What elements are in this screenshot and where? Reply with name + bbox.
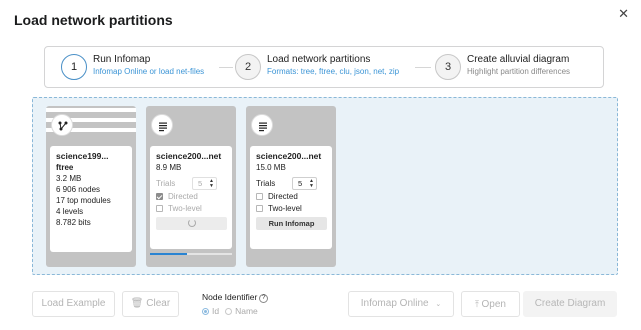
- two-level-checkbox[interactable]: Two-level: [256, 202, 327, 214]
- infomap-online-label: Infomap Online: [360, 298, 429, 309]
- trials-input[interactable]: 5 ▲ ▼: [192, 176, 217, 190]
- help-icon[interactable]: ?: [259, 294, 269, 303]
- checkbox-icon: [256, 204, 263, 212]
- checkbox-icon: [156, 204, 163, 212]
- create-diagram-button[interactable]: Create Diagram: [523, 291, 617, 317]
- trials-row: Trials 5 ▲ ▼: [256, 176, 327, 190]
- step-divider: [415, 67, 431, 68]
- chevron-down-icon: ⌄: [435, 301, 442, 308]
- two-level-label: Two-level: [168, 203, 202, 213]
- file-card[interactable]: science199... ftree 3.2 MB 6 906 nodes 1…: [46, 106, 136, 267]
- trials-input[interactable]: 5 ▲ ▼: [292, 176, 317, 190]
- trials-label: Trials: [256, 178, 276, 188]
- file-dropzone[interactable]: science199... ftree 3.2 MB 6 906 nodes 1…: [32, 97, 618, 275]
- trials-label: Trials: [156, 178, 176, 188]
- step-subtitle: Formats: tree, ftree, clu, json, net, zi…: [267, 67, 400, 76]
- infomap-online-dropdown[interactable]: Infomap Online ⌄: [348, 291, 454, 317]
- step-load-partitions: 2 Load network partitions Formats: tree,…: [235, 52, 420, 82]
- radio-name-label: Name: [235, 306, 258, 316]
- trials-row: Trials 5 ▲ ▼: [156, 176, 227, 190]
- card-details: science200...net 8.9 MB Trials 5 ▲ ▼ Direc…: [150, 146, 232, 249]
- steps-bar: 1 Run Infomap Infomap Online or load net…: [44, 46, 604, 88]
- stepper-icon[interactable]: ▲ ▼: [309, 178, 314, 189]
- file-format: ftree: [56, 163, 74, 172]
- step-title: Run Infomap: [93, 54, 151, 65]
- trash-icon: 🗑: [130, 298, 147, 309]
- step-subtitle: Highlight partition differences: [467, 67, 571, 76]
- stat-top-modules: 17 top modules: [56, 196, 111, 205]
- step-number: 1: [61, 54, 87, 80]
- file-card[interactable]: science200...net 8.9 MB Trials 5 ▲ ▼ Direc…: [146, 106, 236, 267]
- file-size: 15.0 MB: [256, 163, 286, 172]
- step-create-diagram: 3 Create alluvial diagram Highlight part…: [435, 52, 600, 82]
- two-level-checkbox[interactable]: Two-level: [156, 202, 227, 214]
- dialog-title: Load network partitions: [14, 12, 173, 28]
- document-lines-icon: [251, 114, 273, 136]
- spinner-icon: [187, 219, 196, 227]
- checkbox-icon: [256, 192, 263, 200]
- radio-id[interactable]: [202, 307, 209, 315]
- card-details: science200...net 15.0 MB Trials 5 ▲ ▼ Dire…: [250, 146, 332, 249]
- run-infomap-button-loading: [156, 217, 227, 230]
- card-details: science199... ftree 3.2 MB 6 906 nodes 1…: [50, 146, 132, 252]
- open-label: Open: [481, 299, 506, 310]
- file-name: science200...net: [156, 151, 222, 161]
- step-subtitle: Infomap Online or load net-files: [93, 67, 205, 76]
- clear-button[interactable]: 🗑 Clear: [122, 291, 179, 317]
- stat-levels: 4 levels: [56, 207, 84, 216]
- step-number: 2: [235, 54, 261, 80]
- clear-label: Clear: [146, 298, 171, 309]
- file-size: 3.2 MB: [56, 174, 82, 183]
- radio-id-label: Id: [212, 306, 220, 316]
- node-identifier-radio-group: Id Name: [202, 306, 258, 316]
- dialog-footer: Load Example 🗑 Clear Node Identifier? Id…: [0, 291, 641, 321]
- open-button[interactable]: ⤒ Open: [461, 291, 520, 317]
- file-name: science200...net: [256, 151, 322, 161]
- radio-name[interactable]: [225, 307, 233, 315]
- step-title: Load network partitions: [267, 54, 371, 65]
- checkbox-checked-icon: [156, 192, 163, 200]
- file-card[interactable]: science200...net 15.0 MB Trials 5 ▲ ▼ Dire…: [246, 106, 336, 267]
- step-run-infomap: 1 Run Infomap Infomap Online or load net…: [61, 52, 221, 82]
- file-size: 8.9 MB: [156, 163, 182, 172]
- progress-fill: [150, 253, 187, 255]
- step-divider: [219, 67, 233, 68]
- load-example-button[interactable]: Load Example: [32, 291, 115, 317]
- node-identifier-label: Node Identifier?: [202, 292, 269, 303]
- file-name: science199...: [56, 151, 109, 161]
- two-level-label: Two-level: [268, 203, 302, 213]
- card-stripe: [46, 108, 136, 112]
- stat-codelength: 8.782 bits: [56, 218, 91, 227]
- directed-label: Directed: [268, 191, 298, 201]
- directed-label: Directed: [168, 191, 198, 201]
- step-number: 3: [435, 54, 461, 80]
- load-partitions-dialog: Load network partitions ✕ 1 Run Infomap …: [0, 0, 641, 330]
- close-icon[interactable]: ✕: [618, 7, 629, 21]
- progress-bar: [150, 253, 232, 255]
- directed-checkbox[interactable]: Directed: [156, 190, 227, 202]
- step-title: Create alluvial diagram: [467, 54, 570, 65]
- stepper-icon[interactable]: ▲ ▼: [209, 178, 214, 189]
- directed-checkbox[interactable]: Directed: [256, 190, 327, 202]
- stat-nodes: 6 906 nodes: [56, 185, 101, 194]
- document-lines-icon: [151, 114, 173, 136]
- run-infomap-button[interactable]: Run Infomap: [256, 217, 327, 230]
- network-icon: [51, 114, 73, 136]
